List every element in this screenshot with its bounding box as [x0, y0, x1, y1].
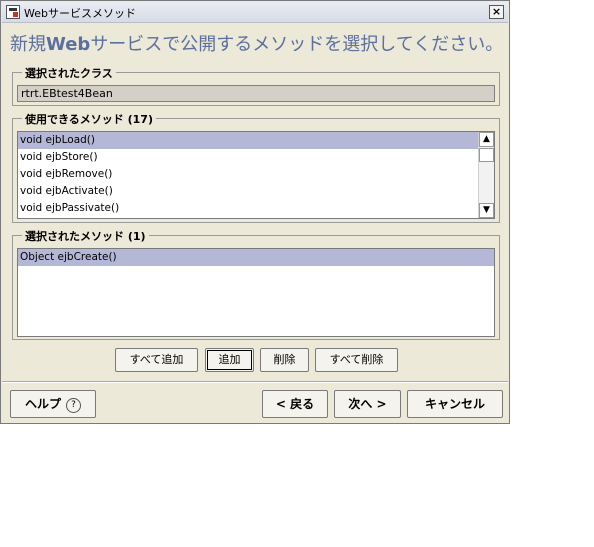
- available-methods-list[interactable]: void ejbLoad() void ejbStore() void ejbRem…: [17, 131, 495, 219]
- web-service-methods-dialog: Webサービスメソッド × 新規Webサービスで公開するメソッドを選択してくださ…: [0, 0, 510, 424]
- add-button[interactable]: 追加: [205, 348, 254, 372]
- available-methods-label: 使用できるメソッド (17): [22, 111, 156, 127]
- remove-button[interactable]: 削除: [260, 348, 309, 372]
- available-methods-group: 使用できるメソッド (17) void ejbLoad() void ejbSto…: [12, 111, 500, 223]
- scroll-up-icon[interactable]: ▲: [479, 132, 494, 147]
- list-item[interactable]: void ejbLoad(): [18, 132, 494, 149]
- selected-class-group: 選択されたクラス rtrt.EBtest4Bean: [12, 65, 500, 106]
- title-bar[interactable]: Webサービスメソッド ×: [2, 2, 508, 23]
- help-icon: ?: [66, 398, 81, 413]
- list-item[interactable]: void ejbPassivate(): [18, 200, 494, 217]
- list-item[interactable]: void ejbStore(): [18, 149, 494, 166]
- selected-methods-group: 選択されたメソッド (1) Object ejbCreate(): [12, 228, 500, 340]
- selected-methods-label: 選択されたメソッド (1): [22, 228, 149, 244]
- remove-all-button[interactable]: すべて削除: [315, 348, 398, 372]
- footer-divider: [2, 381, 508, 383]
- back-button[interactable]: < 戻る: [262, 390, 328, 418]
- next-button[interactable]: 次へ >: [334, 390, 401, 418]
- available-methods-scrollbar[interactable]: ▲ ▼: [478, 132, 494, 218]
- heading-prefix: 新規: [10, 34, 46, 55]
- heading-bold: Web: [46, 34, 91, 55]
- page-heading: 新規Webサービスで公開するメソッドを選択してください。: [10, 30, 503, 56]
- help-label: ヘルプ: [24, 397, 61, 411]
- available-methods-items: void ejbLoad() void ejbStore() void ejbRem…: [18, 132, 494, 217]
- help-button[interactable]: ヘルプ?: [10, 390, 96, 418]
- heading-suffix: サービスで公開するメソッドを選択してください。: [90, 34, 504, 55]
- selected-class-field: rtrt.EBtest4Bean: [17, 85, 495, 102]
- window-title: Webサービスメソッド: [24, 7, 136, 20]
- cancel-button[interactable]: キャンセル: [407, 390, 503, 418]
- selected-methods-items: Object ejbCreate(): [18, 249, 494, 266]
- list-item[interactable]: void ejbActivate(): [18, 183, 494, 200]
- close-icon[interactable]: ×: [489, 5, 504, 19]
- scroll-thumb[interactable]: [479, 148, 494, 162]
- selected-class-label: 選択されたクラス: [22, 65, 116, 81]
- app-icon: [6, 5, 20, 19]
- list-item[interactable]: Object ejbCreate(): [18, 249, 494, 266]
- list-item[interactable]: void ejbRemove(): [18, 166, 494, 183]
- selected-methods-list[interactable]: Object ejbCreate(): [17, 248, 495, 337]
- add-all-button[interactable]: すべて追加: [115, 348, 198, 372]
- scroll-down-icon[interactable]: ▼: [479, 203, 494, 218]
